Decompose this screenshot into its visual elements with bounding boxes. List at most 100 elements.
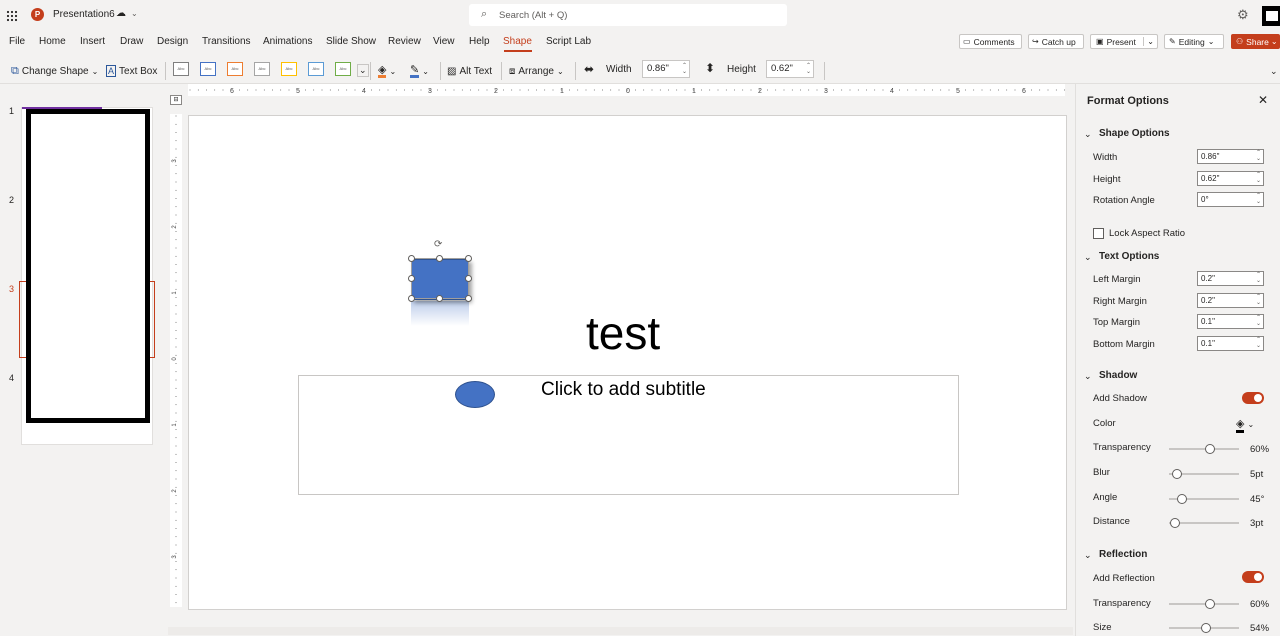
account-avatar[interactable] <box>1262 6 1280 26</box>
tab-home[interactable]: Home <box>39 36 66 47</box>
reflection-size-slider[interactable] <box>1169 623 1239 633</box>
width-input[interactable]: 0.86" ⌃ ⌄ <box>642 60 690 78</box>
width-field[interactable]: 0.86" ⌃ ⌄ <box>1197 149 1264 164</box>
spin-arrows-icon[interactable]: ⌃ ⌄ <box>1256 193 1261 205</box>
shadow-transparency-slider[interactable] <box>1169 444 1239 454</box>
text-box-button[interactable]: A Text Box <box>106 62 157 80</box>
rotation-angle-field[interactable]: 0° ⌃ ⌄ <box>1197 192 1264 207</box>
spin-arrows-icon[interactable]: ⌃ ⌄ <box>1256 337 1261 349</box>
tab-draw[interactable]: Draw <box>120 36 143 47</box>
resize-handle[interactable] <box>436 255 443 262</box>
chevron-down-icon[interactable]: ⌄ <box>1084 371 1092 382</box>
reflection-transparency-slider[interactable] <box>1169 599 1239 609</box>
styles-gallery-chevron-icon[interactable]: ⌄ <box>357 64 369 77</box>
change-shape-button[interactable]: ⧉ Change Shape ⌄ <box>11 62 98 80</box>
shape-style-swatch[interactable]: Abc <box>335 62 351 76</box>
spin-arrows-icon[interactable]: ⌃ ⌄ <box>1256 150 1261 162</box>
slider-thumb[interactable] <box>1205 599 1215 609</box>
shadow-header[interactable]: Shadow <box>1099 370 1137 381</box>
resize-handle[interactable] <box>408 295 415 302</box>
rotate-handle-icon[interactable]: ⟳ <box>434 239 442 250</box>
height-input[interactable]: 0.62" ⌃ ⌄ <box>766 60 814 78</box>
arrange-button[interactable]: ⧈ Arrange ⌄ <box>509 62 564 80</box>
add-shadow-toggle[interactable] <box>1242 392 1264 404</box>
shadow-distance-slider[interactable] <box>1169 518 1239 528</box>
resize-handle[interactable] <box>465 255 472 262</box>
ruler-toggle-icon[interactable]: ⊟ <box>170 95 182 105</box>
shape-options-header[interactable]: Shape Options <box>1099 128 1170 139</box>
shadow-color-picker[interactable]: ◈ ⌄ <box>1236 414 1254 433</box>
editing-mode-button[interactable]: ✎ Editing ⌄ <box>1164 34 1224 49</box>
left-margin-field[interactable]: 0.2" ⌃ ⌄ <box>1197 271 1264 286</box>
tab-insert[interactable]: Insert <box>80 36 105 47</box>
shape-style-swatch[interactable]: Abc <box>254 62 270 76</box>
shape-style-swatch[interactable]: Abc <box>308 62 324 76</box>
tab-view[interactable]: View <box>433 36 455 47</box>
shadow-angle-slider[interactable] <box>1169 494 1239 504</box>
catch-up-button[interactable]: ↪ Catch up <box>1028 34 1084 49</box>
right-margin-field[interactable]: 0.2" ⌃ ⌄ <box>1197 293 1264 308</box>
tab-file[interactable]: File <box>9 36 25 47</box>
slider-thumb[interactable] <box>1205 444 1215 454</box>
lock-aspect-ratio-checkbox[interactable] <box>1093 228 1104 239</box>
tab-design[interactable]: Design <box>157 36 188 47</box>
slider-thumb[interactable] <box>1201 623 1212 633</box>
spin-arrows-icon[interactable]: ⌃ ⌄ <box>1256 315 1261 327</box>
slider-thumb[interactable] <box>1172 469 1182 479</box>
resize-handle[interactable] <box>408 275 415 282</box>
text-box-icon: A <box>106 65 117 77</box>
shape-fill-button[interactable]: ◈ ⌄ <box>378 62 396 80</box>
spin-arrows-icon[interactable]: ⌃ ⌄ <box>1256 172 1261 184</box>
shadow-blur-slider[interactable] <box>1169 469 1239 479</box>
reflection-header[interactable]: Reflection <box>1099 549 1147 560</box>
search-box[interactable]: ⌕ Search (Alt + Q) <box>469 4 787 26</box>
alt-text-button[interactable]: ▨ Alt Text <box>447 62 492 80</box>
spin-arrows-icon[interactable]: ⌃ ⌄ <box>682 63 687 75</box>
tab-shape[interactable]: Shape <box>503 36 532 47</box>
chevron-down-icon[interactable]: ⌄ <box>1143 37 1154 46</box>
resize-handle[interactable] <box>436 295 443 302</box>
share-button[interactable]: ⚇ Share ⌄ <box>1231 34 1280 49</box>
subtitle-placeholder[interactable]: Click to add subtitle <box>298 375 959 495</box>
slide-title[interactable]: test <box>586 306 660 360</box>
close-icon[interactable]: ✕ <box>1258 93 1268 107</box>
slide-canvas[interactable]: ⟳ test Click to add subtitle <box>188 115 1067 610</box>
slider-thumb[interactable] <box>1176 494 1187 504</box>
spin-arrows-icon[interactable]: ⌃ ⌄ <box>1256 294 1261 306</box>
app-launcher-icon[interactable] <box>6 9 18 22</box>
tab-animations[interactable]: Animations <box>263 36 312 47</box>
chevron-down-icon[interactable]: ⌄ <box>131 9 138 18</box>
resize-handle[interactable] <box>465 295 472 302</box>
spin-arrows-icon[interactable]: ⌃ ⌄ <box>1256 272 1261 284</box>
settings-gear-icon[interactable]: ⚙ <box>1237 7 1249 23</box>
add-reflection-toggle[interactable] <box>1242 571 1264 583</box>
tab-help[interactable]: Help <box>469 36 490 47</box>
document-title[interactable]: Presentation6 <box>53 9 115 20</box>
ribbon-collapse-chevron-icon[interactable]: ⌄ <box>1270 66 1278 77</box>
chevron-down-icon[interactable]: ⌄ <box>1084 550 1092 561</box>
ellipse-shape[interactable] <box>455 381 495 408</box>
spin-arrows-icon[interactable]: ⌃ ⌄ <box>806 63 811 75</box>
chevron-down-icon[interactable]: ⌄ <box>1084 252 1092 263</box>
bottom-margin-field[interactable]: 0.1" ⌃ ⌄ <box>1197 336 1264 351</box>
chevron-down-icon[interactable]: ⌄ <box>1084 129 1092 140</box>
slider-thumb[interactable] <box>1170 518 1181 528</box>
horizontal-scrollbar[interactable] <box>168 627 1073 635</box>
shape-style-swatch[interactable]: Abc <box>200 62 216 76</box>
comments-button[interactable]: ▭ Comments <box>959 34 1022 49</box>
present-button[interactable]: ▣ Present ⌄ <box>1090 34 1158 49</box>
slide-number: 4 <box>9 373 15 383</box>
tab-slide-show[interactable]: Slide Show <box>326 36 376 47</box>
shape-outline-button[interactable]: ✎ ⌄ <box>410 62 429 80</box>
shape-style-swatch[interactable]: Abc <box>281 62 297 76</box>
resize-handle[interactable] <box>465 275 472 282</box>
tab-script-lab[interactable]: Script Lab <box>546 36 591 47</box>
shape-style-swatch[interactable]: Abc <box>173 62 189 76</box>
tab-review[interactable]: Review <box>388 36 421 47</box>
tab-transitions[interactable]: Transitions <box>202 36 251 47</box>
text-options-header[interactable]: Text Options <box>1099 251 1159 262</box>
shape-style-swatch[interactable]: Abc <box>227 62 243 76</box>
resize-handle[interactable] <box>408 255 415 262</box>
height-field[interactable]: 0.62" ⌃ ⌄ <box>1197 171 1264 186</box>
top-margin-field[interactable]: 0.1" ⌃ ⌄ <box>1197 314 1264 329</box>
